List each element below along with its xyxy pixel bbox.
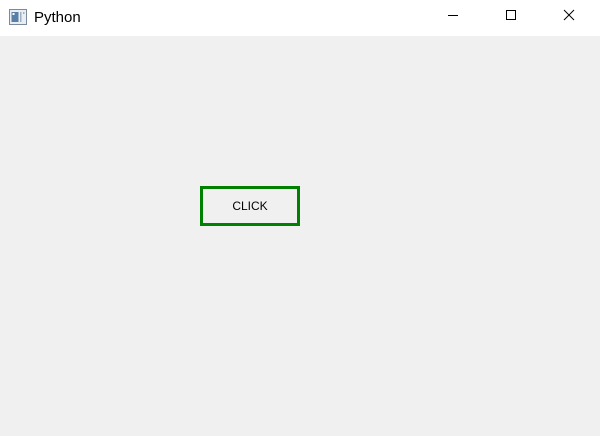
- close-button[interactable]: [546, 0, 592, 34]
- window-title: Python: [34, 9, 81, 26]
- maximize-button[interactable]: [488, 0, 534, 34]
- maximize-icon: [505, 8, 517, 26]
- minimize-button[interactable]: [430, 0, 476, 34]
- app-window: Python CLICK: [0, 0, 600, 436]
- close-icon: [563, 8, 575, 26]
- python-app-icon: [9, 9, 27, 25]
- minimize-icon: [447, 8, 459, 26]
- window-content: CLICK: [0, 36, 600, 436]
- click-button[interactable]: CLICK: [200, 186, 300, 226]
- title-bar[interactable]: Python: [0, 0, 600, 36]
